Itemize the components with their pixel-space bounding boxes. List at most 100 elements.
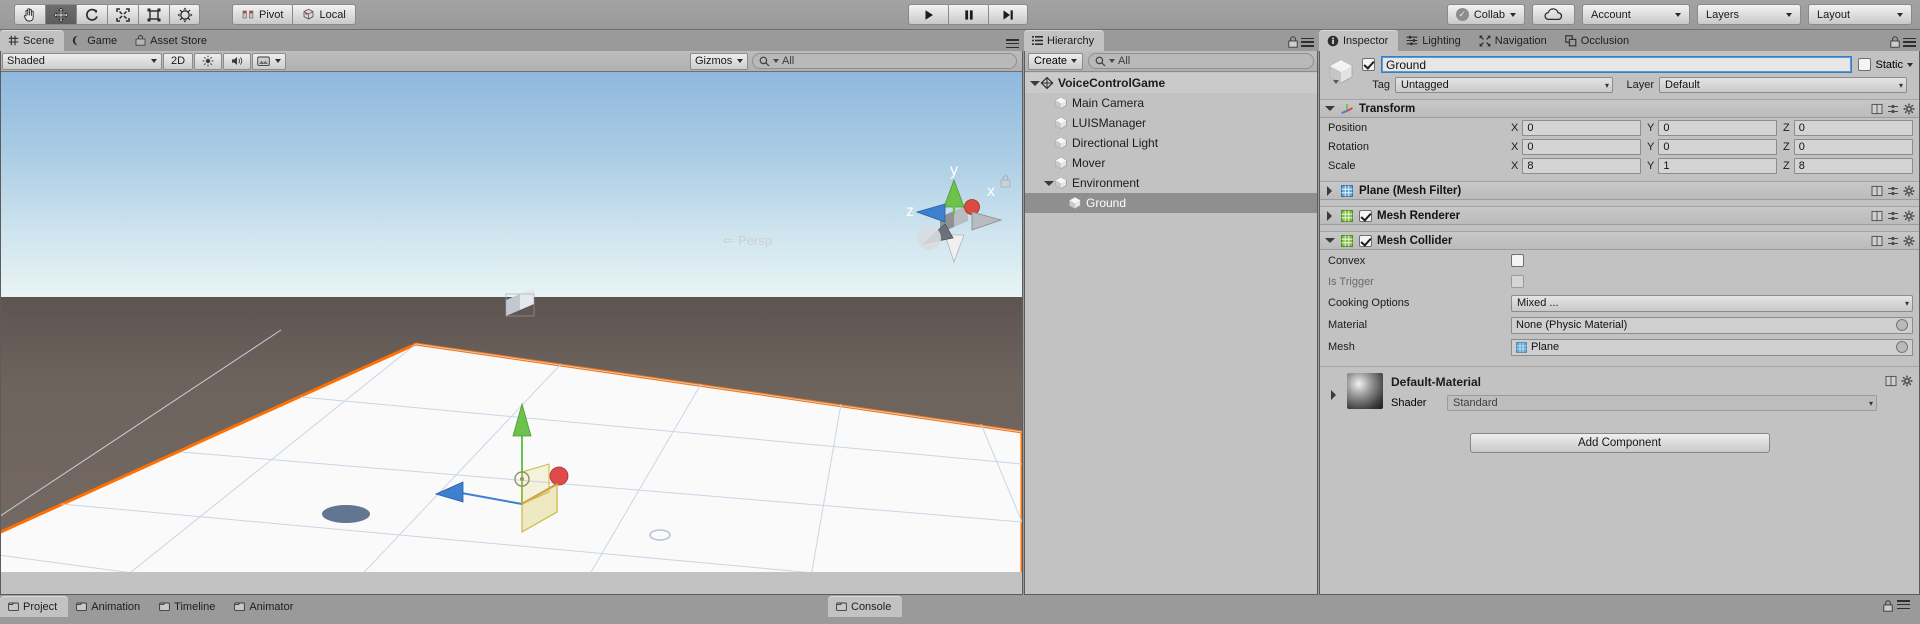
hierarchy-item-main-camera[interactable]: Main Camera xyxy=(1025,93,1317,113)
book-icon[interactable] xyxy=(1871,185,1883,197)
book-icon[interactable] xyxy=(1871,103,1883,115)
hierarchy-item-directional-light[interactable]: Directional Light xyxy=(1025,133,1317,153)
scale-y-field[interactable]: 1 xyxy=(1658,157,1777,174)
physic-material-object-field[interactable]: None (Physic Material) xyxy=(1511,316,1913,334)
preset-icon[interactable] xyxy=(1887,235,1899,247)
pause-button[interactable] xyxy=(948,4,988,25)
object-enabled-checkbox[interactable] xyxy=(1362,58,1375,71)
rotation-z-field[interactable]: 0 xyxy=(1793,138,1913,155)
gear-icon[interactable] xyxy=(1903,185,1915,197)
layer-dropdown[interactable]: Default ▾ xyxy=(1659,77,1907,93)
tab-navigation[interactable]: Navigation xyxy=(1471,30,1557,51)
gear-icon[interactable] xyxy=(1903,103,1915,115)
transform-foldout[interactable] xyxy=(1324,103,1335,114)
collab-button[interactable]: ✓ Collab xyxy=(1446,4,1525,25)
pivot-mode-button[interactable]: Pivot xyxy=(232,4,293,25)
tab-scene[interactable]: Scene xyxy=(0,30,65,51)
tab-game[interactable]: Game xyxy=(64,30,127,51)
expand-arrow-icon[interactable] xyxy=(1043,178,1054,189)
static-checkbox[interactable] xyxy=(1858,58,1872,71)
lock-icon[interactable] xyxy=(1890,36,1900,48)
transform-tool-button[interactable] xyxy=(169,4,200,25)
scale-z-field[interactable]: 8 xyxy=(1793,157,1913,174)
mesh-collider-enabled-checkbox[interactable] xyxy=(1359,234,1372,247)
lock-icon[interactable] xyxy=(1883,600,1893,612)
object-picker-icon[interactable] xyxy=(1896,319,1908,331)
object-picker-icon[interactable] xyxy=(1896,341,1908,353)
transform-component-header[interactable]: Transform xyxy=(1320,99,1919,118)
hierarchy-item-mover[interactable]: Mover xyxy=(1025,153,1317,173)
add-component-button[interactable]: Add Component xyxy=(1469,433,1770,453)
scene-search-input[interactable]: All xyxy=(752,53,1017,69)
book-icon[interactable] xyxy=(1885,375,1897,387)
object-name-field[interactable]: Ground xyxy=(1381,56,1853,73)
rect-tool-button[interactable] xyxy=(138,4,169,25)
hierarchy-item-voicecontrolgame[interactable]: VoiceControlGame xyxy=(1025,73,1317,93)
position-z-field[interactable]: 0 xyxy=(1793,119,1913,136)
shading-mode-dropdown[interactable]: Shaded xyxy=(2,52,162,70)
tab-hierarchy[interactable]: Hierarchy xyxy=(1024,30,1105,51)
scene-audio-button[interactable] xyxy=(223,52,251,70)
tab-animation[interactable]: Animation xyxy=(68,596,151,617)
layers-button[interactable]: Layers xyxy=(1697,4,1801,25)
play-button[interactable] xyxy=(908,4,948,25)
hierarchy-search-input[interactable]: All xyxy=(1088,53,1314,69)
mesh-renderer-foldout[interactable] xyxy=(1324,210,1335,221)
tab-inspector[interactable]: Inspector xyxy=(1319,30,1399,51)
gear-icon[interactable] xyxy=(1903,210,1915,222)
position-x-field[interactable]: 0 xyxy=(1522,119,1641,136)
mesh-object-field[interactable]: Plane xyxy=(1511,338,1913,356)
panel-menu-icon[interactable] xyxy=(1897,600,1910,609)
preset-icon[interactable] xyxy=(1887,210,1899,222)
hierarchy-item-luismanager[interactable]: LUISManager xyxy=(1025,113,1317,133)
mesh-collider-foldout[interactable] xyxy=(1324,235,1335,246)
scale-tool-button[interactable] xyxy=(107,4,138,25)
cloud-services-button[interactable] xyxy=(1532,4,1575,25)
rotation-x-field[interactable]: 0 xyxy=(1522,138,1641,155)
scale-x-field[interactable]: 8 xyxy=(1522,157,1641,174)
gear-icon[interactable] xyxy=(1903,235,1915,247)
rotate-tool-button[interactable] xyxy=(76,4,107,25)
mesh-filter-component-header[interactable]: Plane (Mesh Filter) xyxy=(1320,181,1919,200)
create-button[interactable]: Create xyxy=(1028,52,1084,70)
cooking-options-dropdown[interactable]: Mixed ... ▾ xyxy=(1511,294,1913,312)
panel-menu-icon[interactable] xyxy=(1903,37,1916,47)
panel-menu-icon[interactable] xyxy=(1006,39,1019,48)
shader-dropdown[interactable]: Standard ▾ xyxy=(1447,395,1877,411)
expand-arrow-icon[interactable] xyxy=(1029,78,1040,89)
static-toggle[interactable]: Static xyxy=(1858,58,1913,71)
tab-lighting[interactable]: Lighting xyxy=(1398,30,1471,51)
mesh-collider-component-header[interactable]: Mesh Collider xyxy=(1320,231,1919,250)
mesh-renderer-component-header[interactable]: Mesh Renderer xyxy=(1320,206,1919,225)
handle-space-button[interactable]: Local xyxy=(292,4,356,25)
gizmos-dropdown[interactable]: Gizmos xyxy=(690,52,748,70)
convex-checkbox[interactable] xyxy=(1511,254,1524,267)
book-icon[interactable] xyxy=(1871,210,1883,222)
tab-console[interactable]: Console xyxy=(828,596,903,617)
tab-timeline[interactable]: Timeline xyxy=(151,596,226,617)
toggle-2d-button[interactable]: 2D xyxy=(163,52,193,70)
move-tool-button[interactable] xyxy=(45,4,76,25)
hierarchy-item-ground[interactable]: Ground xyxy=(1025,193,1317,213)
tag-dropdown[interactable]: Untagged ▾ xyxy=(1395,77,1613,93)
tab-occlusion[interactable]: Occlusion xyxy=(1557,30,1639,51)
book-icon[interactable] xyxy=(1871,235,1883,247)
preset-icon[interactable] xyxy=(1887,103,1899,115)
mesh-filter-foldout[interactable] xyxy=(1324,185,1335,196)
preset-icon[interactable] xyxy=(1887,185,1899,197)
scene-effects-button[interactable] xyxy=(252,52,286,70)
panel-menu-icon[interactable] xyxy=(1301,37,1314,47)
mesh-renderer-enabled-checkbox[interactable] xyxy=(1359,209,1372,222)
rotation-y-field[interactable]: 0 xyxy=(1658,138,1777,155)
hierarchy-item-environment[interactable]: Environment xyxy=(1025,173,1317,193)
step-button[interactable] xyxy=(988,4,1028,25)
scene-lighting-button[interactable] xyxy=(194,52,222,70)
layout-button[interactable]: Layout xyxy=(1808,4,1912,25)
gear-icon[interactable] xyxy=(1901,375,1913,387)
perspective-label[interactable]: ⇐ Persp xyxy=(723,232,772,249)
tab-project[interactable]: Project xyxy=(0,596,69,617)
lock-icon[interactable] xyxy=(1288,36,1298,48)
tab-animator[interactable]: Animator xyxy=(226,596,304,617)
hand-tool-button[interactable] xyxy=(14,4,45,25)
scene-viewport[interactable]: y x z ⇐ Persp xyxy=(1,72,1022,572)
